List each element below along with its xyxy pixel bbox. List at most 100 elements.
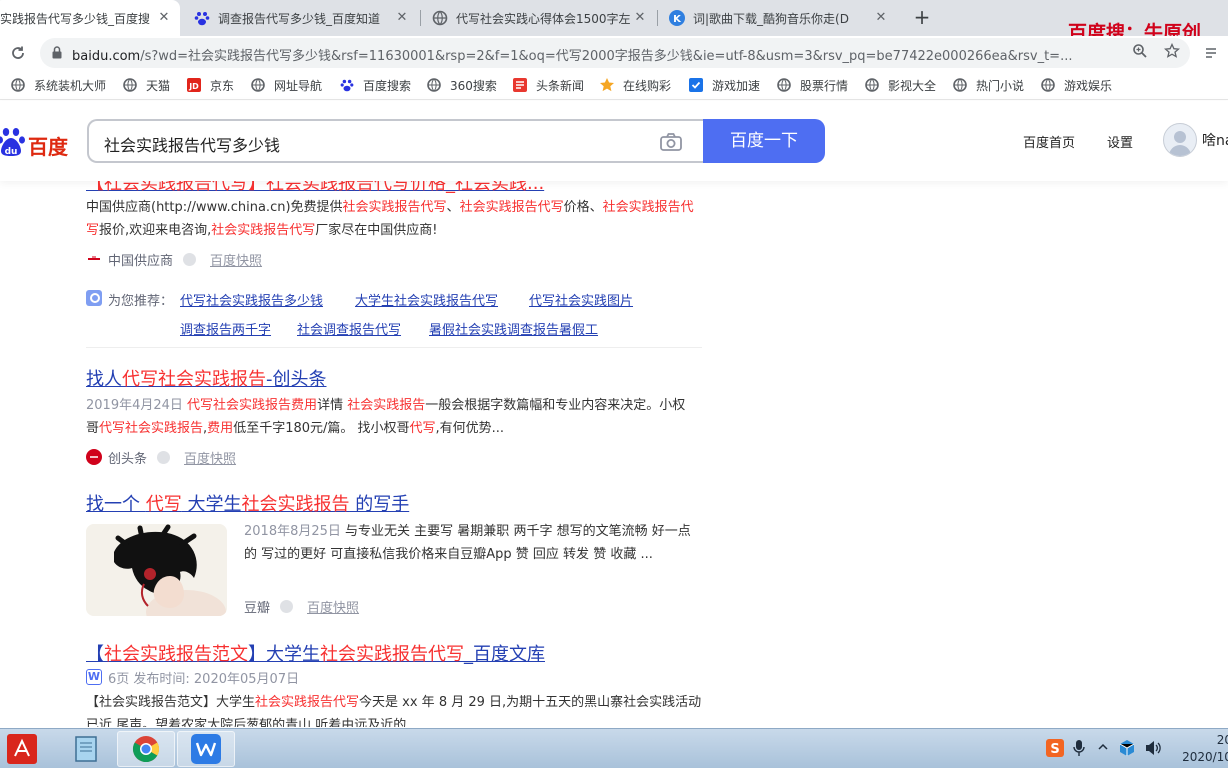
bookmark-item[interactable]: 热门小说 xyxy=(952,76,1024,94)
text-segment: 低至千字180元/篇。 找小权哥 xyxy=(233,421,410,436)
recommend-link[interactable]: 大学生社会实践报告代写 xyxy=(355,290,498,309)
chuangtoutiao-icon xyxy=(86,449,102,465)
bookmark-label: 游戏娱乐 xyxy=(1064,78,1113,93)
recommend-label: 为您推荐： xyxy=(108,294,174,309)
snapshot-link[interactable]: 百度快照 xyxy=(307,597,359,616)
shield-icon xyxy=(280,599,294,613)
windows-taskbar: S 20: 2020/10/ xyxy=(0,728,1228,768)
network-icon[interactable] xyxy=(1118,739,1136,761)
taskbar-app-acrobat[interactable] xyxy=(2,731,42,767)
globe-icon xyxy=(432,10,448,26)
recommend-link[interactable]: 代写社会实践报告多少钱 xyxy=(180,290,323,309)
text-segment: 【 xyxy=(86,644,104,665)
baidu-home-link[interactable]: 百度首页 xyxy=(1023,132,1075,151)
result-title[interactable]: 找一个 代写 大学生社会实践报告 的写手 xyxy=(86,490,409,516)
bookmark-item[interactable]: 游戏娱乐 xyxy=(1040,76,1112,94)
search-recommend-icon xyxy=(86,290,102,306)
snapshot-link[interactable]: 百度快照 xyxy=(184,448,236,467)
volume-icon[interactable] xyxy=(1144,739,1162,761)
url-text[interactable]: baidu.com/s?wd=社会实践报告代写多少钱&rsf=11630001&… xyxy=(72,45,1122,64)
tab-baidu-search[interactable]: 实践报告代写多少钱_百度搜 ✕ xyxy=(0,0,180,36)
bookmark-label: 天猫 xyxy=(146,78,171,93)
bookmark-item[interactable]: 在线购彩 xyxy=(599,76,671,94)
globe-icon xyxy=(426,77,442,93)
bookmark-label: 在线购彩 xyxy=(623,78,672,93)
settings-link[interactable]: 设置 xyxy=(1107,132,1133,151)
bookmark-item[interactable]: 影视大全 xyxy=(864,76,936,94)
camera-icon[interactable] xyxy=(659,132,683,152)
clock-time: 20: xyxy=(1216,733,1228,747)
close-icon[interactable]: ✕ xyxy=(632,10,648,26)
globe-icon xyxy=(10,77,26,93)
text-segment: 找人 xyxy=(86,369,122,390)
acrobat-icon xyxy=(7,734,37,764)
recommend-link[interactable]: 社会调查报告代写 xyxy=(297,319,401,338)
toutiao-icon xyxy=(512,77,528,93)
globe-icon xyxy=(952,77,968,93)
source-name[interactable]: 中国供应商 xyxy=(108,250,173,269)
tray-expand-icon[interactable] xyxy=(1098,741,1108,756)
zoom-icon[interactable] xyxy=(1130,43,1150,63)
result-title[interactable]: 【社会实践报告范文】大学生社会实践报告代写_百度文库 xyxy=(86,640,545,666)
notepad-icon xyxy=(75,736,97,762)
system-clock[interactable]: 20: 2020/10/ xyxy=(1176,732,1228,766)
result-source: 豆瓣 百度快照 xyxy=(244,597,359,616)
baidu-header: du 百度 社会实践报告代写多少钱 百度一下 百度首页 设置 啥na xyxy=(0,101,1228,181)
bookmark-label: 股票行情 xyxy=(800,78,849,93)
reload-icon[interactable] xyxy=(6,41,30,65)
username[interactable]: 啥na xyxy=(1202,130,1228,150)
snapshot-link[interactable]: 百度快照 xyxy=(210,250,262,269)
bookmark-star-icon[interactable] xyxy=(1162,42,1182,63)
search-input[interactable]: 社会实践报告代写多少钱 xyxy=(87,119,703,163)
bookmark-label: 头条新闻 xyxy=(536,78,585,93)
globe-icon xyxy=(250,77,266,93)
taskbar-app-wps[interactable] xyxy=(177,731,235,767)
result-title[interactable]: 找人代写社会实践报告-创头条 xyxy=(86,365,327,391)
search-query: 社会实践报告代写多少钱 xyxy=(104,136,281,155)
new-tab-button[interactable]: + xyxy=(910,6,934,30)
result-source: 创头条 百度快照 xyxy=(86,448,236,467)
taskbar-app-notepad[interactable] xyxy=(58,731,116,767)
recommend-link[interactable]: 调查报告两千字 xyxy=(180,319,271,338)
result-date: 2018年8月25日 xyxy=(244,524,341,539)
baidu-logo[interactable]: du 百度 xyxy=(0,123,68,163)
china-cn-icon xyxy=(86,251,102,267)
reading-list-icon[interactable] xyxy=(1204,42,1224,64)
bookmark-item[interactable]: 游戏加速 xyxy=(688,76,760,94)
recommend-link[interactable]: 暑假社会实践调查报告暑假工 xyxy=(429,319,598,338)
wenku-icon: W xyxy=(86,669,102,685)
lock-icon[interactable] xyxy=(52,46,62,59)
svg-text:S: S xyxy=(1050,742,1059,757)
source-name[interactable]: 创头条 xyxy=(108,448,147,467)
svg-text:JD: JD xyxy=(188,82,199,91)
sogou-ime-icon[interactable]: S xyxy=(1046,739,1064,761)
taskbar-app-chrome[interactable] xyxy=(117,731,175,767)
close-icon[interactable]: ✕ xyxy=(873,10,889,26)
bookmark-item[interactable]: JD 京东 xyxy=(186,76,234,94)
bookmark-item[interactable]: 百度搜索 xyxy=(339,76,411,94)
close-icon[interactable]: ✕ xyxy=(156,10,172,26)
tab-kugou-music[interactable]: K 词|歌曲下载_酷狗音乐你走(D ✕ xyxy=(657,0,897,36)
keyword-highlight: 社会实践报告代写 xyxy=(320,644,464,665)
tab-title: 实践报告代写多少钱_百度搜 xyxy=(0,11,150,26)
bookmark-item[interactable]: 360搜索 xyxy=(426,76,497,94)
bookmark-item[interactable]: 系统装机大师 xyxy=(10,76,106,94)
bookmark-item[interactable]: 股票行情 xyxy=(776,76,848,94)
result-title[interactable]: 【社会实践报告代写】社会实践报告代写价格_社会实践... xyxy=(86,181,544,195)
bookmark-item[interactable]: 头条新闻 xyxy=(512,76,584,94)
source-name[interactable]: 豆瓣 xyxy=(244,597,270,616)
star-icon xyxy=(599,77,615,93)
tab-baidu-zhidao[interactable]: 调查报告代写多少钱_百度知道 ✕ xyxy=(182,0,418,36)
keyword-highlight: 社会实践报告代写 xyxy=(342,200,447,215)
microphone-icon[interactable] xyxy=(1072,739,1086,761)
recommend-link[interactable]: 代写社会实践图片 xyxy=(529,290,633,309)
address-bar[interactable]: baidu.com/s?wd=社会实践报告代写多少钱&rsf=11630001&… xyxy=(40,38,1190,68)
divider xyxy=(86,347,702,348)
close-icon[interactable]: ✕ xyxy=(394,10,410,26)
result-thumbnail[interactable] xyxy=(86,524,227,616)
search-button[interactable]: 百度一下 xyxy=(703,119,825,163)
tab-practice-essay[interactable]: 代写社会实践心得体会1500字左 ✕ xyxy=(420,0,656,36)
bookmark-item[interactable]: 天猫 xyxy=(122,76,170,94)
bookmark-item[interactable]: 网址导航 xyxy=(250,76,322,94)
avatar[interactable] xyxy=(1163,123,1197,157)
